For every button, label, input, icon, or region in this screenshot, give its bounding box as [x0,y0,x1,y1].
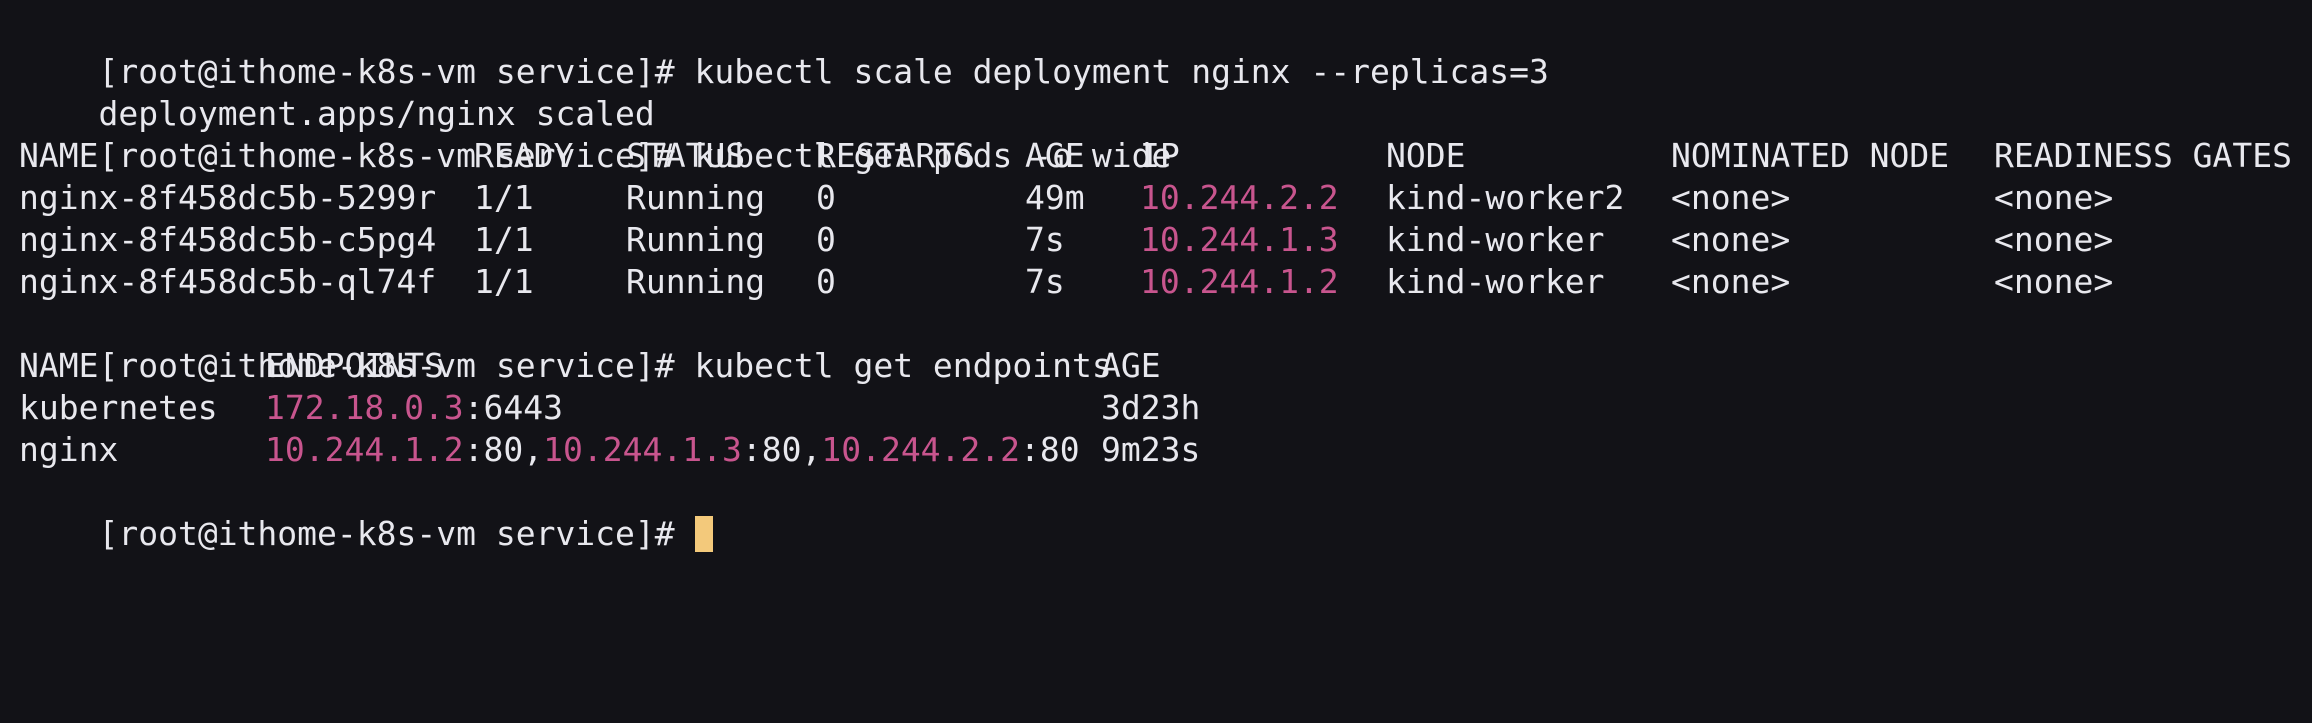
pod-ip: 10.244.2.2 [1140,178,1339,217]
endpoint-ip: 10.244.1.3 [543,430,742,469]
endpoint-ip: 172.18.0.3 [265,388,464,427]
terminal-window[interactable]: [root@ithome-k8s-vm service]# kubectl sc… [0,0,2312,553]
pod-restarts: 0 [816,262,836,301]
pod-restarts: 0 [816,220,836,259]
column-header: READY [474,136,574,175]
table-row: nginx-8f458dc5b-c5pg4 1/1 Running 0 7s 1… [19,219,2312,261]
pod-node: kind-worker2 [1386,178,1625,217]
column-header: NAME [19,346,99,385]
pod-status: Running [626,220,766,259]
endpoint-age: 3d23h [1101,388,1201,427]
endpoint-addresses: 10.244.1.2:80,10.244.1.3:80,10.244.2.2:8… [265,429,1080,471]
current-prompt-line[interactable]: [root@ithome-k8s-vm service]# [19,471,2312,553]
endpoint-port: :80, [463,430,544,469]
pod-ready: 1/1 [474,178,534,217]
pod-ip: 10.244.1.3 [1140,220,1339,259]
pod-age: 7s [1025,220,1065,259]
endpoint-name: nginx [19,430,119,469]
table-row: kubernetes 172.18.0.3:6443 3d23h [19,387,2312,429]
pod-status: Running [626,178,766,217]
column-header: IP [1140,136,1180,175]
shell-prompt: [root@ithome-k8s-vm service]# [98,514,695,553]
endpoint-name: kubernetes [19,388,218,427]
pod-restarts: 0 [816,178,836,217]
pod-ready: 1/1 [474,220,534,259]
endpoint-age: 9m23s [1101,430,1201,469]
endpoint-port: :6443 [463,388,564,427]
table-row: nginx 10.244.1.2:80,10.244.1.3:80,10.244… [19,429,2312,471]
pod-status: Running [626,262,766,301]
text-cursor[interactable] [694,515,713,552]
column-header: READINESS GATES [1994,136,2293,175]
table-row: nginx-8f458dc5b-ql74f 1/1 Running 0 7s 1… [19,261,2312,303]
column-header: NODE [1386,136,1466,175]
command-line-get-endpoints: [root@ithome-k8s-vm service]# kubectl ge… [19,303,2312,385]
pod-ip: 10.244.1.2 [1140,262,1339,301]
column-header: ENDPOINTS [265,346,444,385]
pod-nominated-node: <none> [1671,220,1791,259]
command-line-get-pods: [root@ithome-k8s-vm service]# kubectl ge… [19,93,2312,175]
pod-name: nginx-8f458dc5b-5299r [19,178,437,217]
table-row: nginx-8f458dc5b-5299r 1/1 Running 0 49m … [19,177,2312,219]
pod-name: nginx-8f458dc5b-c5pg4 [19,220,437,259]
column-header: AGE [1101,346,1161,385]
column-header: NAME [19,136,99,175]
command-line-scale: [root@ithome-k8s-vm service]# kubectl sc… [19,9,2312,91]
column-header: RESTARTS [816,136,975,175]
pod-readiness-gates: <none> [1994,178,2114,217]
pod-nominated-node: <none> [1671,262,1791,301]
pod-readiness-gates: <none> [1994,220,2114,259]
endpoint-addresses: 172.18.0.3:6443 [265,387,563,429]
endpoints-table-header: NAME ENDPOINTS AGE [19,345,2312,387]
pods-table-header: NAME READY STATUS RESTARTS AGE IP NODE N… [19,135,2312,177]
pod-node: kind-worker [1386,262,1605,301]
pod-readiness-gates: <none> [1994,262,2114,301]
endpoint-port: :80, [741,430,822,469]
pod-age: 7s [1025,262,1065,301]
output-line: deployment.apps/nginx scaled [19,51,2312,133]
endpoint-port: :80 [1020,430,1080,469]
pod-nominated-node: <none> [1671,178,1791,217]
pod-name: nginx-8f458dc5b-ql74f [19,262,437,301]
endpoint-ip: 10.244.2.2 [821,430,1021,469]
pod-ready: 1/1 [474,262,534,301]
column-header: NOMINATED NODE [1671,136,1950,175]
pod-age: 49m [1025,178,1085,217]
column-header: AGE [1025,136,1085,175]
pod-node: kind-worker [1386,220,1605,259]
endpoint-ip: 10.244.1.2 [265,430,464,469]
column-header: STATUS [626,136,746,175]
